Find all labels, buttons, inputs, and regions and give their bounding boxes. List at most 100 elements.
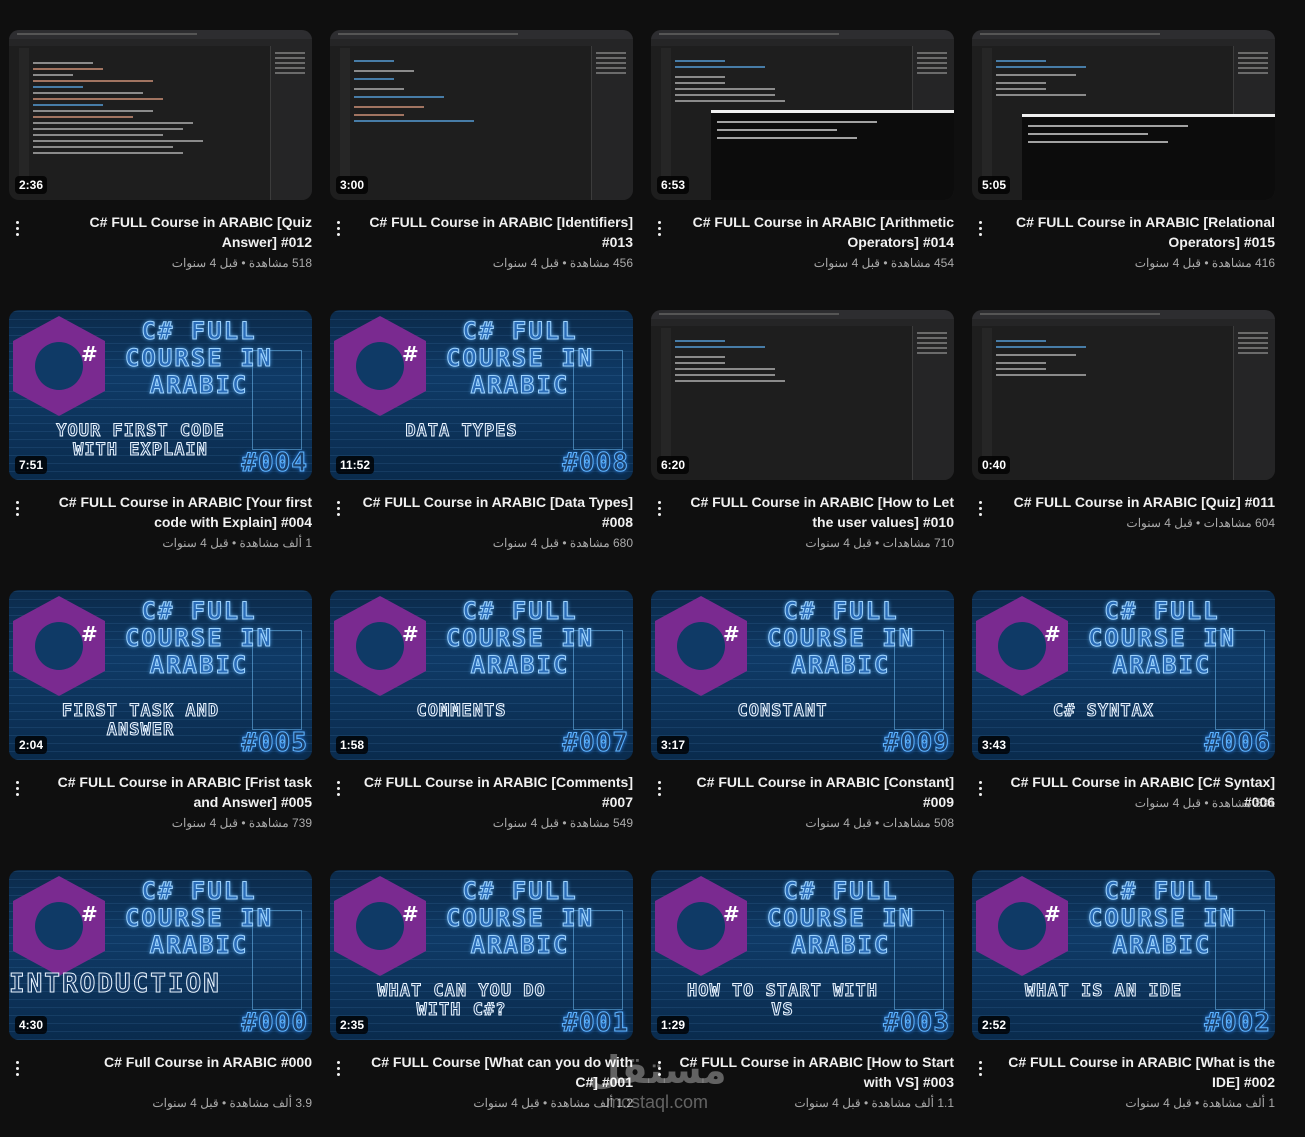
banner-title-line1: C# FULL	[462, 317, 578, 345]
video-title[interactable]: C# Full Course in ARABIC #000	[35, 1052, 312, 1072]
video-thumbnail[interactable]: # C# FULL COURSE IN ARABIC HOW TO START WITH…	[651, 870, 954, 1040]
video-thumbnail[interactable]: 2:36	[9, 30, 312, 200]
more-actions-icon[interactable]	[652, 498, 666, 518]
ide-menubar	[972, 310, 1275, 319]
code-line	[33, 128, 183, 130]
video-thumbnail[interactable]: 0:40	[972, 310, 1275, 480]
console-line	[1028, 133, 1148, 135]
hash-icon: #	[81, 902, 98, 926]
video-thumbnail[interactable]: # C# FULL COURSE IN ARABIC CONSTANT #009 3:17	[651, 590, 954, 760]
video-title[interactable]: C# FULL Course in ARABIC [Frist task and…	[35, 772, 312, 812]
hash-icon: #	[1044, 622, 1061, 646]
banner-title: C# FULL COURSE IN ARABIC	[1067, 597, 1257, 679]
code-editor	[19, 48, 268, 190]
view-count: 454 مشاهدة	[890, 256, 954, 270]
more-actions-icon[interactable]	[652, 778, 666, 798]
video-title[interactable]: C# FULL Course in ARABIC [What is the ID…	[998, 1052, 1275, 1092]
video-card[interactable]: # C# FULL COURSE IN ARABIC COMMENTS #007 1:58 C…	[330, 590, 633, 870]
video-thumbnail[interactable]: 6:53	[651, 30, 954, 200]
view-count: 739 مشاهدة	[248, 816, 312, 830]
video-card[interactable]: 5:05 C# FULL Course in ARABIC [Relational…	[972, 30, 1275, 310]
video-thumbnail[interactable]: 5:05	[972, 30, 1275, 200]
video-thumbnail[interactable]: 3:00	[330, 30, 633, 200]
video-thumbnail[interactable]: # C# FULL COURSE IN ARABIC YOUR FIRST CODE W…	[9, 310, 312, 480]
view-count: 1 ألف مشاهدة	[239, 536, 312, 550]
more-actions-icon[interactable]	[973, 498, 987, 518]
stats-separator: •	[871, 816, 883, 830]
video-thumbnail[interactable]: 6:20	[651, 310, 954, 480]
more-actions-icon[interactable]	[973, 778, 987, 798]
banner-episode-number: #006	[1204, 728, 1271, 759]
code-editor	[340, 48, 589, 190]
video-thumbnail[interactable]: # C# FULL COURSE IN ARABIC WHAT IS AN IDE #00…	[972, 870, 1275, 1040]
video-title[interactable]: C# FULL Course in ARABIC [Your first cod…	[35, 492, 312, 532]
console-line	[1028, 141, 1168, 143]
video-title[interactable]: C# FULL Course in ARABIC [Arithmetic Ope…	[677, 212, 954, 252]
video-thumbnail[interactable]: # C# FULL COURSE IN ARABIC INTRODUCTION #000 4…	[9, 870, 312, 1040]
video-card[interactable]: 2:36 C# FULL Course in ARABIC [Quiz Answe…	[9, 30, 312, 310]
more-actions-icon[interactable]	[10, 1058, 24, 1078]
banner-title-line3: ARABIC	[470, 931, 570, 959]
stats-separator: •	[871, 536, 883, 550]
video-card[interactable]: # C# FULL COURSE IN ARABIC FIRST TASK AND AN…	[9, 590, 312, 870]
video-title[interactable]: C# FULL Course in ARABIC [Constant] #009	[677, 772, 954, 812]
more-actions-icon[interactable]	[331, 1058, 345, 1078]
more-actions-icon[interactable]	[331, 498, 345, 518]
video-stats: 508 مشاهدات • قبل 4 سنوات	[805, 816, 954, 830]
video-card[interactable]: 6:20 C# FULL Course in ARABIC [How to Let…	[651, 310, 954, 590]
video-title[interactable]: C# FULL Course in ARABIC [Comments] #007	[356, 772, 633, 812]
view-count: 710 مشاهدات	[882, 536, 954, 550]
code-editor	[982, 328, 1231, 470]
video-card[interactable]: 6:53 C# FULL Course in ARABIC [Arithmetic…	[651, 30, 954, 310]
video-title[interactable]: C# FULL Course in ARABIC [Data Types] #0…	[356, 492, 633, 532]
video-card[interactable]: # C# FULL COURSE IN ARABIC INTRODUCTION #000 4…	[9, 870, 312, 1137]
code-line	[675, 76, 725, 78]
video-title[interactable]: C# FULL Course in ARABIC [Quiz] #011	[998, 492, 1275, 512]
video-thumbnail[interactable]: # C# FULL COURSE IN ARABIC WHAT CAN YOU DO W…	[330, 870, 633, 1040]
video-thumbnail[interactable]: # C# FULL COURSE IN ARABIC DATA TYPES #008 11:…	[330, 310, 633, 480]
more-actions-icon[interactable]	[973, 1058, 987, 1078]
video-thumbnail[interactable]: # C# FULL COURSE IN ARABIC COMMENTS #007 1:58	[330, 590, 633, 760]
more-actions-icon[interactable]	[973, 218, 987, 238]
banner-title-line1: C# FULL	[141, 317, 257, 345]
banner-episode-number: #005	[241, 728, 308, 759]
code-line	[675, 346, 765, 348]
more-actions-icon[interactable]	[652, 218, 666, 238]
video-card[interactable]: 3:00 C# FULL Course in ARABIC [Identifier…	[330, 30, 633, 310]
video-title[interactable]: C# FULL Course in ARABIC [Identifiers] #…	[356, 212, 633, 252]
code-line	[354, 60, 394, 62]
stats-separator: •	[1201, 256, 1212, 270]
video-title[interactable]: C# FULL Course in ARABIC [Quiz Answer] #…	[35, 212, 312, 252]
video-title[interactable]: C# FULL Course in ARABIC [How to Let the…	[677, 492, 954, 532]
code-line	[675, 368, 775, 370]
more-actions-icon[interactable]	[10, 498, 24, 518]
upload-age: قبل 4 سنوات	[805, 816, 872, 830]
video-card[interactable]: # C# FULL COURSE IN ARABIC DATA TYPES #008 11:…	[330, 310, 633, 590]
video-card[interactable]: 0:40 C# FULL Course in ARABIC [Quiz] #011…	[972, 310, 1275, 590]
video-thumbnail[interactable]: # C# FULL COURSE IN ARABIC C# SYNTAX #006 3:43	[972, 590, 1275, 760]
video-card[interactable]: # C# FULL COURSE IN ARABIC WHAT IS AN IDE #00…	[972, 870, 1275, 1137]
more-actions-icon[interactable]	[10, 218, 24, 238]
stats-separator: •	[1192, 516, 1204, 530]
upload-age: قبل 4 سنوات	[492, 536, 560, 550]
video-duration: 3:43	[978, 736, 1011, 754]
banner-title-line1: C# FULL	[141, 597, 257, 625]
video-card[interactable]: # C# FULL COURSE IN ARABIC YOUR FIRST CODE W…	[9, 310, 312, 590]
more-actions-icon[interactable]	[331, 218, 345, 238]
hash-icon: #	[1044, 902, 1061, 926]
more-actions-icon[interactable]	[331, 778, 345, 798]
view-count: 416 مشاهدة	[1211, 256, 1275, 270]
banner-episode-number: #000	[241, 1008, 308, 1039]
banner-title-line2: COURSE IN	[124, 904, 274, 932]
video-card[interactable]: # C# FULL COURSE IN ARABIC CONSTANT #009 3:17 C…	[651, 590, 954, 870]
more-actions-icon[interactable]	[10, 778, 24, 798]
code-line	[33, 110, 153, 112]
code-line	[996, 88, 1046, 90]
video-duration: 0:40	[978, 456, 1011, 474]
stats-separator: •	[559, 816, 570, 830]
video-thumbnail[interactable]: # C# FULL COURSE IN ARABIC FIRST TASK AND AN…	[9, 590, 312, 760]
video-duration: 2:36	[15, 176, 48, 194]
video-card[interactable]: # C# FULL COURSE IN ARABIC C# SYNTAX #006 3:43…	[972, 590, 1275, 870]
video-title[interactable]: C# FULL Course in ARABIC [Relational Ope…	[998, 212, 1275, 252]
upload-age: قبل 4 سنوات	[171, 256, 239, 270]
